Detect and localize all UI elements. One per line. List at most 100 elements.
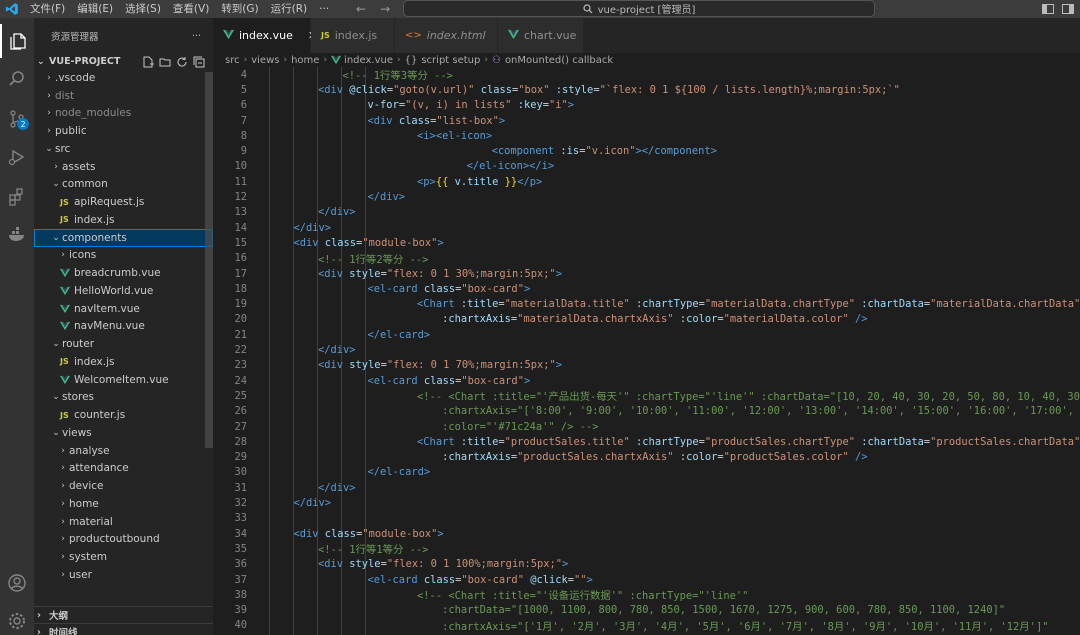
file-item[interactable]: navMenu.vue — [34, 318, 213, 336]
sidebar-scrollbar[interactable] — [205, 72, 213, 448]
folder-item[interactable]: › material — [34, 513, 213, 531]
refresh-icon[interactable] — [176, 56, 188, 68]
search-icon[interactable] — [0, 62, 34, 96]
folder-item[interactable]: ⌄ common — [34, 176, 213, 194]
code-token: "flex: 0 1 100%;margin:5px;" — [386, 558, 562, 571]
code-line: 19 <Chart :title="materialData.title" :c… — [213, 297, 1080, 312]
breadcrumb-item[interactable]: views — [251, 55, 279, 66]
tree-item-label: material — [69, 515, 113, 528]
sidebar-section-header[interactable]: › 大纲 — [34, 606, 213, 623]
folder-item[interactable]: ⌄ stores — [34, 389, 213, 407]
menu-item[interactable]: 文件(F) — [24, 0, 71, 18]
sidebar-section-header[interactable]: › 时间线 — [34, 623, 213, 635]
toggle-panel-icon[interactable] — [1062, 4, 1074, 14]
folder-item[interactable]: › analyse — [34, 442, 213, 460]
code-token: "materialData.chartType" — [704, 298, 856, 311]
code-token: "" — [574, 573, 587, 586]
new-file-icon[interactable] — [142, 56, 154, 68]
menu-item[interactable]: 选择(S) — [119, 0, 167, 18]
code-token: <!-- 1行等2等分 --> — [318, 253, 429, 266]
folder-item[interactable]: › user — [34, 566, 213, 584]
run-debug-icon[interactable] — [0, 140, 34, 174]
editor-tab[interactable]: index.vue✕ — [213, 18, 317, 53]
back-arrow-icon[interactable]: ← — [356, 2, 366, 16]
code-token: "materialData.chartData" — [930, 298, 1080, 311]
html-file-icon: <> — [405, 30, 422, 41]
folder-item[interactable]: ⌄ components — [34, 228, 213, 247]
breadcrumb-file[interactable]: index.vue — [331, 55, 393, 66]
folder-item[interactable]: › attendance — [34, 460, 213, 478]
breadcrumb-item[interactable]: home — [291, 55, 319, 66]
menu-item[interactable]: ··· — [313, 0, 335, 18]
chevron-down-icon: ⌄ — [52, 232, 60, 243]
chevron-right-icon: › — [243, 55, 248, 65]
menu-item[interactable]: 编辑(E) — [71, 0, 119, 18]
folder-item[interactable]: ⌄ src — [34, 140, 213, 158]
file-item[interactable]: JS apiRequest.js — [34, 193, 213, 211]
extensions-icon[interactable] — [0, 180, 34, 214]
code-text: </el-icon></i> — [392, 160, 555, 172]
folder-item[interactable]: › node_modules — [34, 105, 213, 123]
explorer-icon[interactable] — [0, 24, 34, 58]
code-view[interactable]: 4 <!-- 1行等3等分 --> 5 <div @click="goto(v.url… — [213, 67, 1080, 635]
tree-item-label: index.js — [74, 213, 115, 226]
project-section-header[interactable]: ⌄ VUE-PROJECT — [34, 54, 213, 69]
folder-item[interactable]: › system — [34, 548, 213, 566]
line-number: 8 — [240, 129, 247, 142]
code-token: <!-- 1行等1等分 --> — [318, 544, 429, 557]
command-center-search[interactable]: vue-project [管理员] — [403, 0, 875, 17]
changes-badge: 2 — [17, 118, 29, 130]
forward-arrow-icon[interactable]: → — [380, 2, 390, 16]
file-item[interactable]: JS counter.js — [34, 406, 213, 424]
settings-gear-icon[interactable] — [0, 604, 34, 635]
editor-tab[interactable]: JS index.js — [311, 18, 395, 53]
layout-controls — [1042, 0, 1074, 18]
line-number: 21 — [234, 328, 247, 341]
code-token: "box-card" — [461, 282, 524, 295]
toggle-sidebar-icon[interactable] — [1042, 4, 1054, 14]
menu-item[interactable]: 查看(V) — [167, 0, 215, 18]
line-number: 7 — [240, 114, 247, 127]
account-icon[interactable] — [0, 566, 34, 600]
folder-item[interactable]: › dist — [34, 87, 213, 105]
collapse-all-icon[interactable] — [193, 56, 205, 68]
folder-item[interactable]: ⌄ router — [34, 335, 213, 353]
code-token: /> — [848, 313, 868, 326]
folder-item[interactable]: › .vscode — [34, 69, 213, 87]
file-item[interactable]: WelcomeItem.vue — [34, 371, 213, 389]
file-item[interactable]: HelloWorld.vue — [34, 282, 213, 300]
folder-item[interactable]: › productoutbound — [34, 531, 213, 549]
docker-icon[interactable] — [0, 218, 34, 252]
more-actions-icon[interactable]: ··· — [192, 31, 201, 42]
chevron-down-icon: ⌄ — [45, 143, 53, 154]
breadcrumb-symbol[interactable]: onMounted() callback — [505, 55, 613, 66]
code-line: 27 :color="'#71c24a'" /> --> — [213, 419, 1080, 434]
editor-tab[interactable]: chart.vue — [498, 18, 584, 53]
breadcrumb-item[interactable]: src — [225, 55, 240, 66]
editor-tab[interactable]: <> index.html — [395, 18, 498, 53]
code-token: > — [555, 267, 562, 280]
breadcrumb-symbol[interactable]: script setup — [421, 55, 480, 66]
file-item[interactable]: navItem.vue — [34, 300, 213, 318]
code-token: > — [567, 99, 575, 112]
file-item[interactable]: JS index.js — [34, 353, 213, 371]
folder-item[interactable]: › icons — [34, 247, 213, 265]
folder-item[interactable]: › assets — [34, 158, 213, 176]
source-control-icon[interactable]: 2 — [0, 102, 34, 136]
menu-item[interactable]: 运行(R) — [265, 0, 314, 18]
file-item[interactable]: JS index.js — [34, 211, 213, 229]
code-token: > — [562, 558, 569, 571]
code-token: </el-card> — [367, 466, 431, 479]
folder-item[interactable]: › public — [34, 122, 213, 140]
folder-item[interactable]: › home — [34, 495, 213, 513]
folder-item[interactable]: › device — [34, 477, 213, 495]
new-folder-icon[interactable] — [159, 56, 171, 68]
folder-item[interactable]: ⌄ views — [34, 424, 213, 442]
code-token: :title — [460, 435, 499, 448]
file-item[interactable]: breadcrumb.vue — [34, 264, 213, 282]
menu-item[interactable]: 转到(G) — [215, 0, 264, 18]
code-token: :chartData="[1000, 1100, 800, 780, 850, … — [442, 604, 1006, 617]
code-text: <!-- <Chart :title="'产品出货-每天'" :chartTyp… — [367, 388, 1080, 403]
